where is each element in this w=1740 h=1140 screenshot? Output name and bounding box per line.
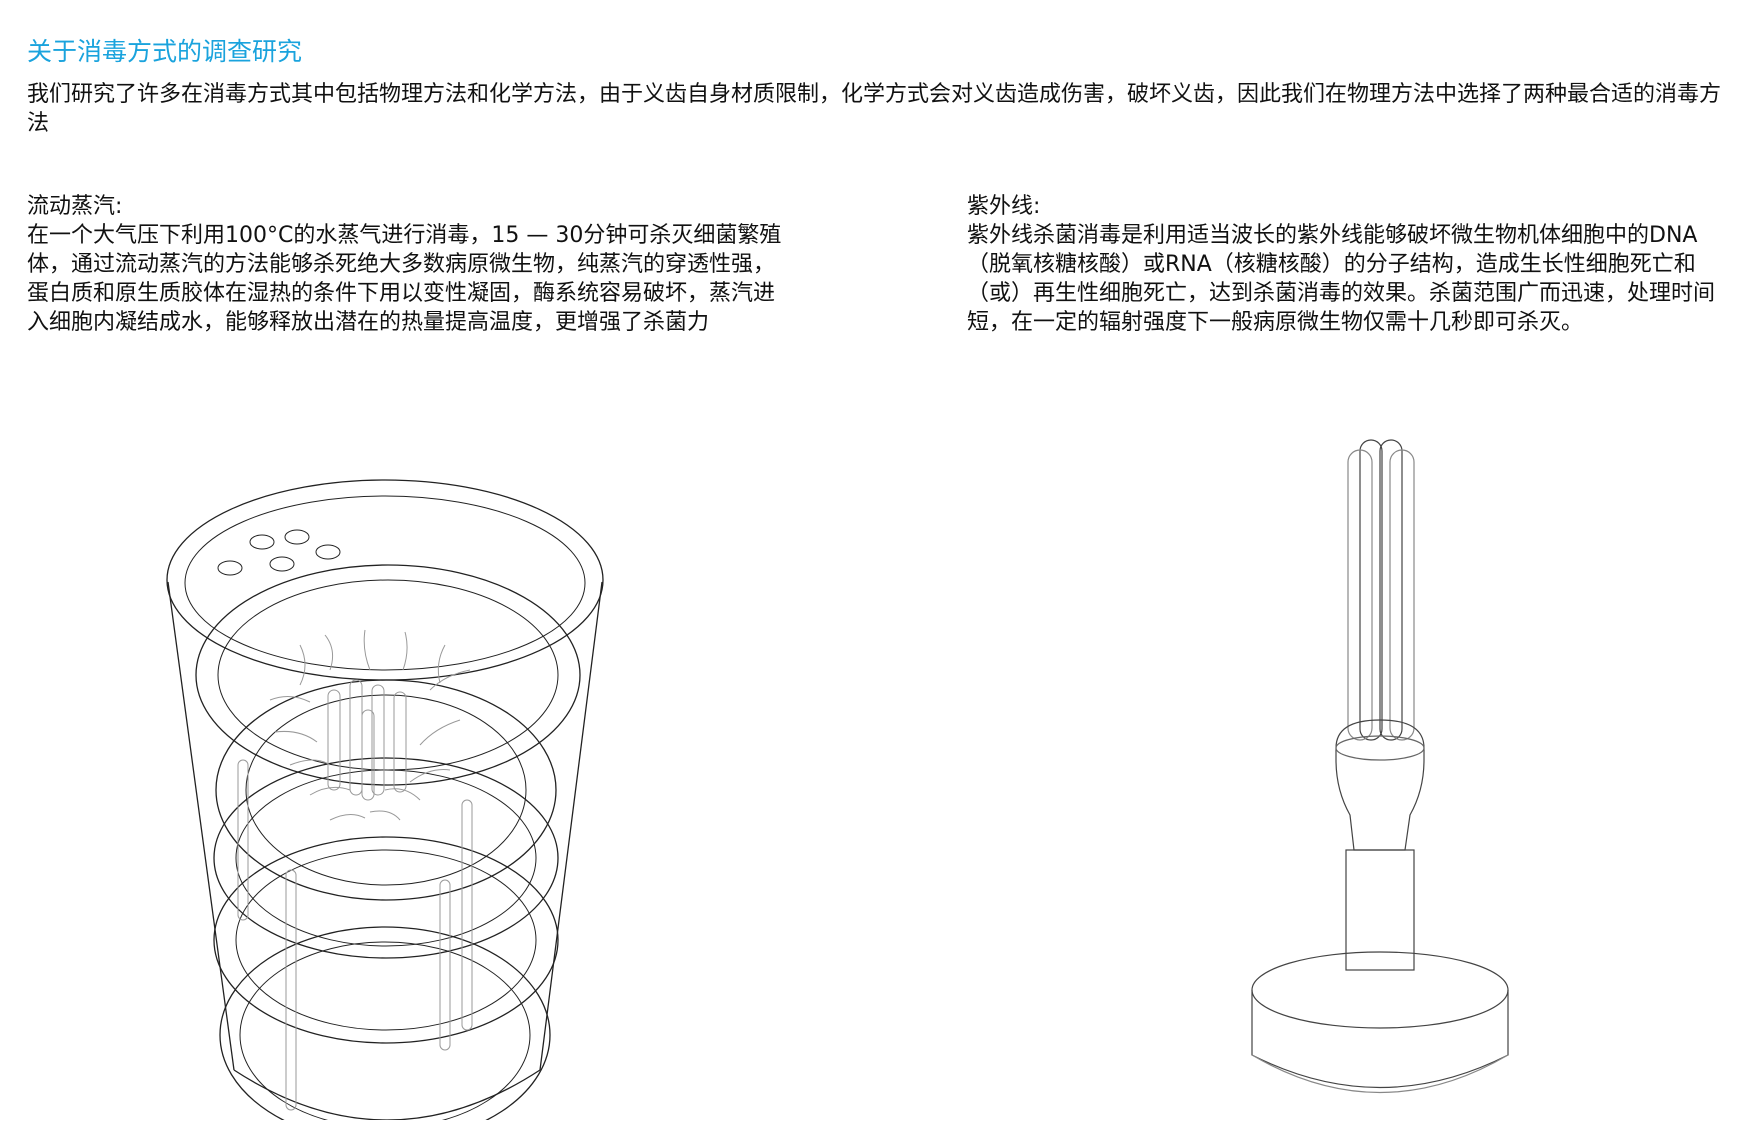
uv-lamp-illustration <box>1240 430 1560 1130</box>
steam-device-illustration <box>150 470 620 1140</box>
lamp-base-top <box>1251 951 1509 1029</box>
tray-1 <box>195 564 581 786</box>
intro-paragraph: 我们研究了许多在消毒方式其中包括物理方法和化学方法，由于义齿自身材质限制，化学方… <box>27 82 1722 136</box>
steam-body: 在一个大气压下利用100°C的水蒸气进行消毒，15 — 30分钟可杀灭细菌繁殖体… <box>27 223 782 335</box>
cup-bottom <box>233 1069 541 1121</box>
page-title: 关于消毒方式的调查研究 <box>27 37 303 66</box>
steam-section: 流动蒸汽: 在一个大气压下利用100°C的水蒸气进行消毒，15 — 30分钟可杀… <box>27 192 787 337</box>
uv-section: 紫外线: 紫外线杀菌消毒是利用适当波长的紫外线能够破坏微生物机体细胞中的DNA（… <box>967 192 1727 337</box>
uv-tube-1 <box>1359 439 1383 741</box>
uv-body: 紫外线杀菌消毒是利用适当波长的紫外线能够破坏微生物机体细胞中的DNA（脱氧核糖核… <box>967 223 1716 335</box>
cup-rim-inner <box>184 495 586 671</box>
tray-3 <box>213 757 559 959</box>
steam-heading: 流动蒸汽: <box>27 194 123 219</box>
uv-tube-2 <box>1379 439 1403 741</box>
uv-heading: 紫外线: <box>967 194 1041 219</box>
cup-walls <box>167 581 603 1071</box>
